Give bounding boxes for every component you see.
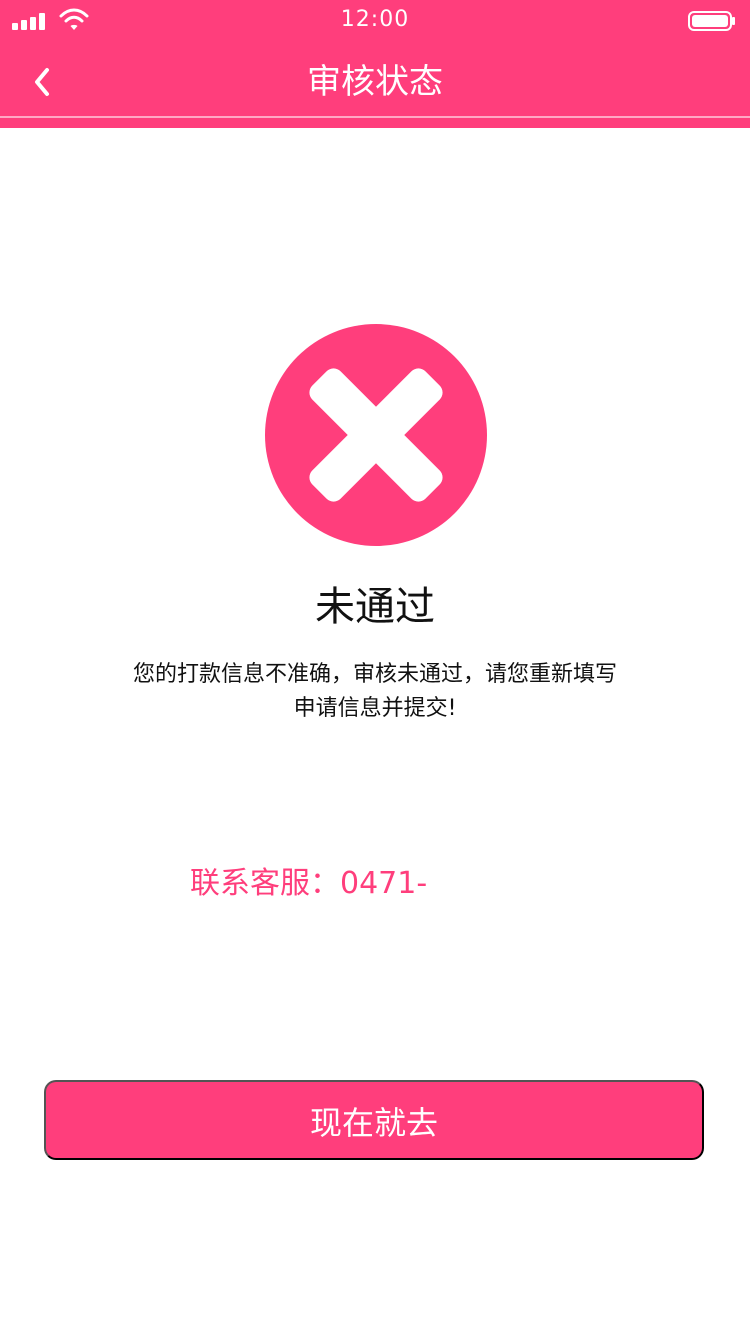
result-title: 未通过 [315, 584, 435, 630]
close-icon [265, 324, 487, 546]
header: 12:00 审核状态 [0, 0, 750, 128]
result-description-line1: 您的打款信息不准确，审核未通过，请您重新填写 [132, 662, 617, 687]
status-bar: 12:00 [0, 0, 750, 40]
page-title: 审核状态 [307, 62, 443, 102]
screen: 12:00 审核状态 未通过 您的打款信息不准确，审核未通过，请您重新填写 申请… [0, 0, 750, 1334]
result-description: 您的打款信息不准确，审核未通过，请您重新填写 申请信息并提交! [100, 658, 650, 726]
result-description-line2: 申请信息并提交! [293, 696, 457, 721]
status-time: 12:00 [340, 7, 410, 32]
contact-service: 联系客服：0471- [190, 866, 428, 901]
header-divider [0, 116, 750, 118]
battery-icon [688, 11, 735, 31]
go-now-button[interactable]: 现在就去 [44, 1080, 704, 1160]
